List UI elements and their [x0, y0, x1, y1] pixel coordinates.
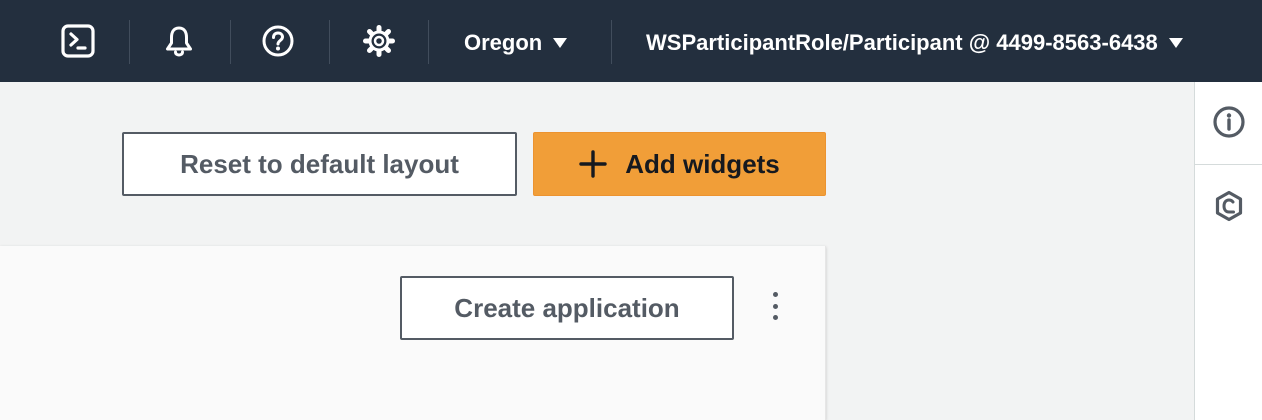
- reset-layout-button[interactable]: Reset to default layout: [122, 132, 517, 196]
- dot: [772, 292, 778, 297]
- add-widgets-button[interactable]: Add widgets: [533, 132, 826, 196]
- region-selector[interactable]: Oregon: [464, 27, 568, 59]
- region-label: Oregon: [464, 30, 543, 55]
- divider: [1195, 164, 1262, 165]
- top-navigation-bar: Oregon WSParticipantRole/Participant @ 4…: [0, 0, 1262, 82]
- info-icon[interactable]: [1195, 82, 1262, 162]
- gear-icon[interactable]: [359, 21, 399, 61]
- dot: [772, 303, 778, 309]
- create-application-button[interactable]: Create application: [400, 276, 734, 340]
- separator: [428, 20, 429, 64]
- more-options-icon[interactable]: [762, 290, 788, 322]
- caret-down-icon: [553, 38, 568, 48]
- caret-down-icon: [1168, 38, 1183, 48]
- account-label: WSParticipantRole/Participant @ 4499-856…: [646, 30, 1158, 55]
- separator: [329, 20, 330, 64]
- reset-layout-label: Reset to default layout: [180, 148, 459, 179]
- right-side-panel: [1194, 82, 1262, 420]
- account-menu[interactable]: WSParticipantRole/Participant @ 4499-856…: [646, 27, 1184, 59]
- bell-icon[interactable]: [159, 21, 199, 61]
- cloudshell-icon[interactable]: [58, 21, 98, 61]
- help-icon[interactable]: [258, 21, 298, 61]
- dot: [772, 315, 778, 320]
- separator: [129, 20, 130, 64]
- separator: [611, 20, 612, 64]
- separator: [230, 20, 231, 64]
- add-widgets-label: Add widgets: [625, 148, 780, 179]
- plus-icon: [579, 150, 607, 178]
- create-application-label: Create application: [454, 292, 680, 323]
- feedback-icon[interactable]: [1195, 166, 1262, 246]
